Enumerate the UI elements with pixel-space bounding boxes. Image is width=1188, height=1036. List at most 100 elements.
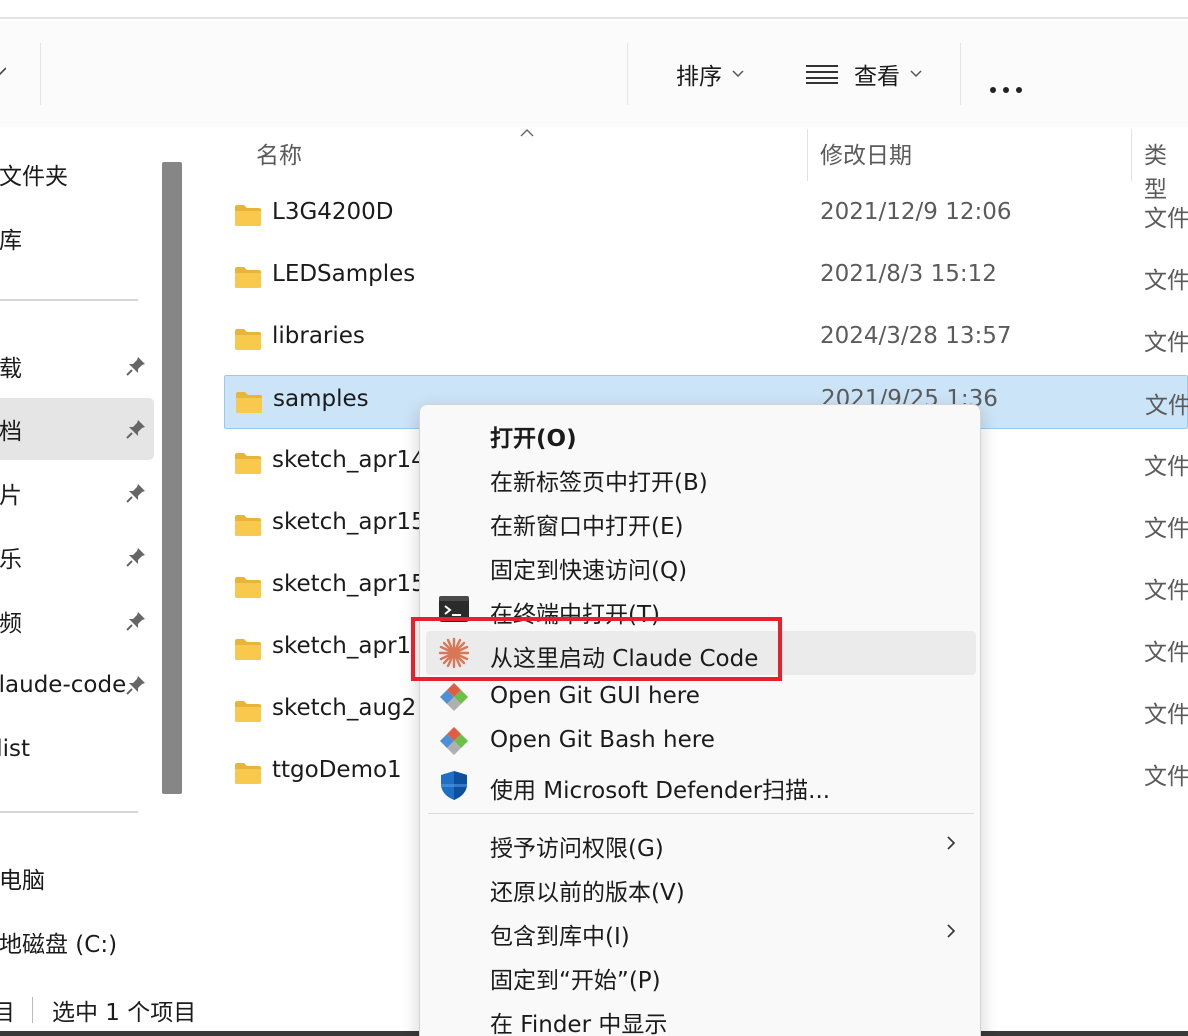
- chevron-down-icon[interactable]: [0, 65, 6, 77]
- folder-icon: [235, 267, 261, 288]
- menu-item-open-new-tab[interactable]: 在新标签页中打开(B): [426, 455, 976, 499]
- sidebar-item-gallery[interactable]: 图库: [0, 207, 154, 269]
- chevron-down-icon: [732, 70, 744, 78]
- sidebar-item-label: 视频: [0, 611, 22, 637]
- file-row[interactable]: libraries 2024/3/28 13:57 文件: [224, 313, 1188, 367]
- menu-item-git-gui[interactable]: Open Git GUI here: [426, 675, 976, 719]
- sidebar-item-label: 音乐: [0, 547, 22, 573]
- sidebar-item-music[interactable]: 音乐: [0, 526, 154, 588]
- more-options-button[interactable]: [990, 87, 1022, 93]
- menu-item-label: 包含到库中(I): [490, 924, 630, 950]
- pin-icon[interactable]: [126, 675, 146, 695]
- defender-shield-icon: [441, 771, 467, 800]
- menu-item-grant-access[interactable]: 授予访问权限(G): [426, 821, 976, 865]
- status-selection-count: 选中 1 个项目: [52, 1000, 197, 1026]
- sidebar-item-downloads[interactable]: 下载: [0, 335, 154, 397]
- file-type: 文件: [1144, 330, 1188, 356]
- file-name: sketch_apr15: [272, 509, 426, 535]
- sidebar-item-label: claude-code: [0, 672, 127, 698]
- file-name: LEDSamples: [272, 261, 416, 287]
- dot-icon: [1003, 87, 1009, 93]
- file-name: libraries: [272, 323, 365, 349]
- sidebar-item-this-pc[interactable]: 此电脑: [0, 847, 154, 909]
- command-bar: 排序 查看: [0, 21, 1188, 127]
- toolbar-separator: [960, 43, 961, 105]
- file-name: sketch_apr1: [272, 633, 412, 659]
- file-name: sketch_apr15: [272, 571, 426, 597]
- sidebar-divider: [0, 299, 138, 301]
- view-button[interactable]: 查看: [806, 51, 922, 97]
- file-row[interactable]: L3G4200D 2021/12/9 12:06 文件: [224, 189, 1188, 243]
- pin-icon[interactable]: [126, 547, 146, 567]
- menu-item-open[interactable]: 打开(O): [426, 411, 976, 455]
- file-row[interactable]: LEDSamples 2021/8/3 15:12 文件: [224, 251, 1188, 305]
- view-label: 查看: [854, 64, 900, 90]
- sidebar-item-label: 图库: [0, 228, 22, 254]
- menu-item-restore-versions[interactable]: 还原以前的版本(V): [426, 865, 976, 909]
- file-name: samples: [273, 386, 369, 412]
- column-header-modified[interactable]: 修改日期: [820, 139, 912, 179]
- pin-icon[interactable]: [126, 483, 146, 503]
- pin-icon[interactable]: [126, 356, 146, 376]
- sidebar-item-claude-code[interactable]: claude-code: [0, 654, 154, 716]
- sidebar-item-videos[interactable]: 视频: [0, 590, 154, 652]
- menu-item-git-bash[interactable]: Open Git Bash here: [426, 719, 976, 763]
- file-modified-date: 2021/8/3 15:12: [820, 261, 997, 287]
- file-modified-date: 2021/12/9 12:06: [820, 199, 1012, 225]
- sidebar-item-home[interactable]: 主文件夹: [0, 143, 154, 205]
- column-separator[interactable]: [807, 129, 808, 181]
- folder-icon: [235, 639, 261, 660]
- column-separator[interactable]: [1131, 129, 1132, 181]
- list-view-icon: [806, 65, 838, 84]
- folder-icon: [235, 205, 261, 226]
- sort-button[interactable]: 排序: [676, 51, 744, 97]
- file-type: 文件: [1144, 454, 1188, 480]
- file-name: sketch_apr14: [272, 447, 426, 473]
- file-name: sketch_aug2: [272, 695, 417, 721]
- sidebar-item-label: 主文件夹: [0, 164, 68, 190]
- menu-item-include-in-library[interactable]: 包含到库中(I): [426, 909, 976, 953]
- sidebar-item-label: 图片: [0, 483, 22, 509]
- dot-icon: [990, 87, 996, 93]
- toolbar-separator: [40, 43, 41, 105]
- file-type: 文件: [1144, 702, 1188, 728]
- menu-item-label: 打开(O): [490, 426, 577, 452]
- sidebar-item-local-disk-c[interactable]: 本地磁盘 (C:): [0, 911, 154, 973]
- menu-item-pin-quick-access[interactable]: 固定到快速访问(Q): [426, 543, 976, 587]
- menu-item-label: 授予访问权限(G): [490, 836, 664, 862]
- menu-item-label: 在新窗口中打开(E): [490, 514, 684, 540]
- sidebar-item-documents[interactable]: 文档: [0, 398, 154, 460]
- menu-item-show-in-finder[interactable]: 在 Finder 中显示: [426, 997, 976, 1036]
- status-item-count: 目: [0, 1000, 15, 1026]
- menu-item-label: 在新标签页中打开(B): [490, 470, 708, 496]
- pin-icon[interactable]: [126, 419, 146, 439]
- chevron-right-icon: [947, 836, 956, 850]
- chevron-right-icon: [947, 924, 956, 938]
- folder-icon: [235, 329, 261, 350]
- menu-item-label: Open Git GUI here: [490, 683, 700, 709]
- menu-item-label: 固定到快速访问(Q): [490, 558, 688, 584]
- sidebar-item-label: 下载: [0, 356, 22, 382]
- pin-icon[interactable]: [126, 611, 146, 631]
- menu-item-pin-to-start[interactable]: 固定到“开始”(P): [426, 953, 976, 997]
- sort-label: 排序: [676, 64, 722, 90]
- menu-item-defender-scan[interactable]: 使用 Microsoft Defender扫描...: [426, 763, 976, 807]
- menu-item-open-new-window[interactable]: 在新窗口中打开(E): [426, 499, 976, 543]
- folder-icon: [236, 392, 262, 413]
- git-bash-icon: [440, 727, 468, 755]
- sidebar-item-pictures[interactable]: 图片: [0, 462, 154, 524]
- menu-item-label: 还原以前的版本(V): [490, 880, 685, 906]
- folder-icon: [235, 763, 261, 784]
- column-header-name[interactable]: 名称: [256, 139, 302, 179]
- folder-icon: [235, 515, 261, 536]
- file-type: 文件: [1144, 578, 1188, 604]
- file-modified-date: 2024/3/28 13:57: [820, 323, 1012, 349]
- sidebar-scrollbar-thumb[interactable]: [162, 162, 182, 794]
- column-header-type[interactable]: 类型: [1144, 139, 1188, 203]
- menu-item-label: 在 Finder 中显示: [490, 1012, 668, 1036]
- sidebar-item-dist[interactable]: dist: [0, 718, 154, 780]
- folder-icon: [235, 453, 261, 474]
- sidebar-item-label: 此电脑: [0, 868, 45, 894]
- menu-item-label: 固定到“开始”(P): [490, 968, 661, 994]
- dot-icon: [1016, 87, 1022, 93]
